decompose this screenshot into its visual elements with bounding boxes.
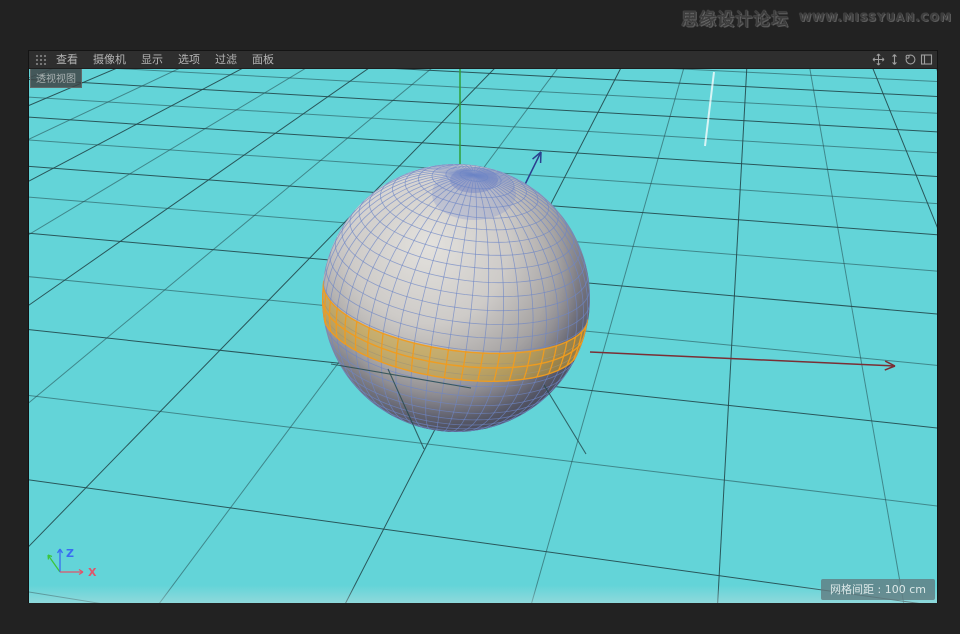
gizmo-x-axis	[60, 570, 83, 575]
gizmo-x-label: X	[88, 566, 97, 579]
watermark-url: WWW.MISSYUAN.COM	[799, 11, 952, 24]
viewport-panel: 查看 摄像机 显示 选项 过滤 面板	[28, 50, 938, 603]
menu-camera[interactable]: 摄像机	[93, 51, 126, 68]
dolly-icon[interactable]	[888, 53, 901, 66]
gizmo-y-axis	[48, 555, 60, 572]
toggle-view-icon[interactable]	[920, 53, 933, 66]
viewport-canvas[interactable]: 透视视图 Z X 网格间距 : 100 cm	[29, 69, 937, 603]
grid-foreground-lines	[29, 69, 937, 603]
grid-spacing-badge: 网格间距 : 100 cm	[821, 579, 935, 600]
menu-view[interactable]: 查看	[56, 51, 78, 68]
pan-icon[interactable]	[872, 53, 885, 66]
watermark: 思缘设计论坛 WWW.MISSYUAN.COM	[681, 5, 952, 30]
drag-handle-icon[interactable]	[35, 54, 48, 65]
watermark-title: 思缘设计论坛	[681, 5, 789, 30]
gizmo-z-label: Z	[66, 547, 74, 560]
menu-options[interactable]: 选项	[178, 51, 200, 68]
axis-gizmo: Z X	[41, 535, 111, 585]
menu-display[interactable]: 显示	[141, 51, 163, 68]
viewport-menu-bar: 查看 摄像机 显示 选项 过滤 面板	[29, 51, 937, 69]
viewport-bottom-fade	[29, 585, 937, 603]
rotate-icon[interactable]	[904, 53, 917, 66]
menu-filter[interactable]: 过滤	[215, 51, 237, 68]
app-window: 思缘设计论坛 WWW.MISSYUAN.COM 查看 摄像机 显示 选项 过滤 …	[0, 0, 960, 634]
view-label-tab[interactable]: 透视视图	[30, 69, 82, 88]
menu-panel[interactable]: 面板	[252, 51, 274, 68]
